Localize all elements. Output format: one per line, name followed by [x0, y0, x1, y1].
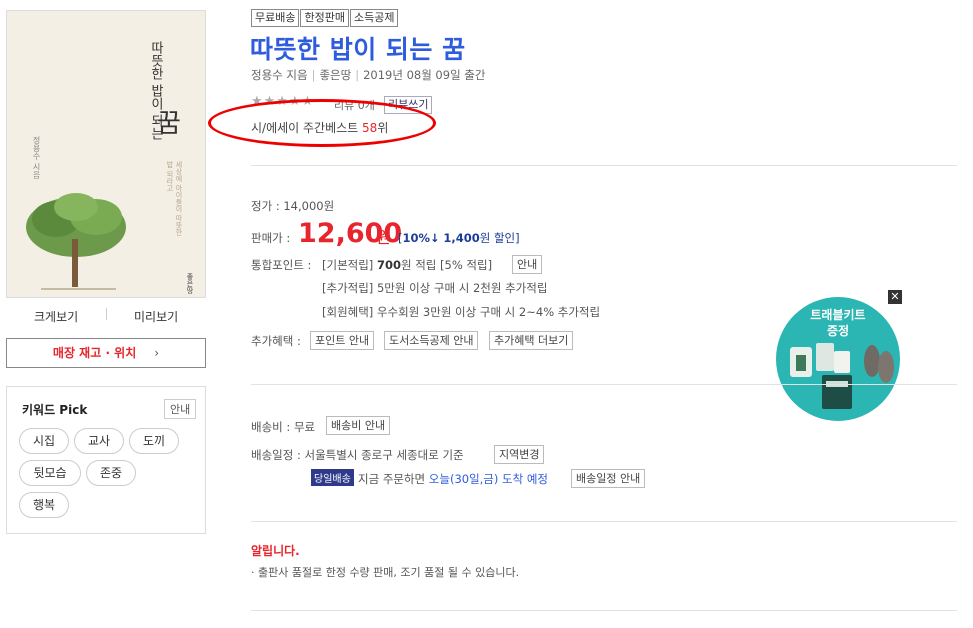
sale-price-unit: 원: [376, 228, 391, 247]
travel-kit-image: [790, 343, 894, 409]
more-benefits-button[interactable]: 추가혜택 더보기: [489, 331, 574, 350]
list-price-label: 정가 :: [251, 199, 280, 213]
shipping-fee-guide-button[interactable]: 배송비 안내: [326, 416, 391, 435]
points-basic-value: 700: [376, 258, 401, 272]
keyword-chip[interactable]: 뒷모습: [19, 460, 81, 486]
keyword-chip[interactable]: 시집: [19, 428, 69, 454]
discount-amount: 1,400: [443, 231, 480, 245]
shipping-location: 서울특별시 종로구 세종대로 기준: [304, 448, 464, 462]
store-stock-label: 매장 재고 · 위치: [52, 346, 137, 360]
view-large-link[interactable]: 크게보기: [34, 308, 78, 325]
benefits-label: 추가혜택 :: [251, 334, 301, 348]
keyword-pick-title: 키워드 Pick: [22, 403, 88, 417]
divider: |: [355, 68, 360, 82]
discount-info: [10%↓ 1,400원 할인]: [398, 230, 520, 246]
cover-title-big: 꿈: [157, 109, 181, 139]
shipping-schedule-label: 배송일정 :: [251, 448, 301, 462]
divider: [106, 308, 107, 320]
discount-text: 원 할인]: [479, 231, 520, 245]
shipping-fee-value: 무료: [293, 420, 316, 434]
close-icon[interactable]: ✕: [888, 290, 902, 304]
discount-rate: 10%: [402, 231, 431, 245]
cover-publisher: 좋은땅: [186, 273, 194, 294]
cover-subtitle: 세상에 아이들이 따뜻한 밥 되라고: [166, 161, 183, 236]
product-meta: 정용수 지음 | 좋은땅 | 2019년 08월 09일 출간: [251, 67, 485, 83]
points-basic-prefix: [기본적립]: [322, 258, 374, 272]
cover-view-links: 크게보기 미리보기: [6, 306, 206, 326]
divider: [251, 610, 957, 611]
down-arrow-icon: ↓: [430, 231, 440, 245]
keyword-guide-button[interactable]: 안내: [164, 399, 197, 419]
divider: [251, 165, 957, 166]
book-cover[interactable]: 따뜻한 밥이 되는 꿈 세상에 아이들이 따뜻한 밥 되라고 정용수 시음 좋은…: [6, 10, 206, 298]
product-title: 따뜻한 밥이 되는 꿈: [250, 35, 466, 64]
order-arrival: 지금 주문하면 오늘(30일,금) 도착 예정: [358, 471, 548, 487]
shipping-fee-label: 배송비 :: [251, 420, 291, 434]
tag-limited: 한정판매: [300, 9, 349, 27]
divider: [251, 384, 957, 385]
product-tags: 무료배송 한정판매 소득공제: [251, 9, 399, 27]
sale-price-label: 판매가 :: [251, 231, 291, 245]
store-stock-button[interactable]: 매장 재고 · 위치 ›: [6, 338, 206, 368]
points-basic-rate: [5% 적립]: [440, 258, 493, 272]
chevron-right-icon: ›: [154, 346, 160, 360]
author-link[interactable]: 정용수 지음: [251, 68, 308, 82]
tree-illustration: [26, 193, 126, 290]
divider: |: [311, 68, 316, 82]
promo-line1: 트래블키트: [810, 308, 866, 322]
notice-heading: 알립니다.: [251, 544, 300, 558]
travel-kit-promo[interactable]: 트래블키트 증정: [776, 297, 900, 421]
publisher-link[interactable]: 좋은땅: [319, 68, 351, 82]
points-basic: [기본적립] 700원 적립 [5% 적립]: [322, 257, 492, 273]
points-member: [회원혜택] 우수회원 3만원 이상 구매 시 2~4% 추가적립: [322, 305, 601, 319]
tag-free-shipping: 무료배송: [251, 9, 300, 27]
keyword-chip[interactable]: 행복: [19, 492, 69, 518]
keyword-chip[interactable]: 존중: [86, 460, 136, 486]
list-price: 정가 : 14,000원: [251, 198, 334, 214]
point-guide-button[interactable]: 포인트 안내: [310, 331, 375, 350]
divider: [251, 521, 957, 522]
points-guide-button[interactable]: 안내: [512, 255, 543, 274]
list-price-value: 14,000원: [283, 199, 335, 213]
arrival-date: 오늘(30일,금) 도착 예정: [428, 472, 549, 486]
pub-date: 2019년 08월 09일 출간: [363, 68, 486, 82]
points-extra: [추가적립] 5만원 이상 구매 시 2천원 추가적립: [322, 281, 548, 295]
delivery-schedule-guide-button[interactable]: 배송일정 안내: [571, 469, 646, 488]
points-label: 통합포인트 :: [251, 258, 312, 272]
keyword-pick-panel: 키워드 Pick 안내 시집 교사 도끼 뒷모습 존중 행복: [6, 386, 206, 534]
keyword-chip[interactable]: 교사: [74, 428, 124, 454]
points-basic-suffix: 원 적립: [400, 258, 437, 272]
cover-author: 정용수 시음: [32, 136, 41, 179]
same-day-badge: 당일배송: [311, 469, 354, 486]
highlight-ellipse: [208, 99, 436, 147]
keyword-chip[interactable]: 도끼: [129, 428, 179, 454]
order-text: 지금 주문하면: [358, 472, 426, 486]
tag-tax-deduction: 소득공제: [349, 9, 399, 27]
shipping-fee: 배송비 : 무료: [251, 419, 315, 435]
notice-text: · 출판사 품절로 한정 수량 판매, 조기 품절 될 수 있습니다.: [251, 566, 520, 579]
preview-link[interactable]: 미리보기: [134, 308, 178, 325]
promo-text: 트래블키트 증정: [776, 307, 900, 339]
tax-deduction-guide-button[interactable]: 도서소득공제 안내: [384, 331, 479, 350]
change-region-button[interactable]: 지역변경: [494, 445, 545, 464]
shipping-schedule: 배송일정 : 서울특별시 종로구 세종대로 기준: [251, 447, 464, 463]
